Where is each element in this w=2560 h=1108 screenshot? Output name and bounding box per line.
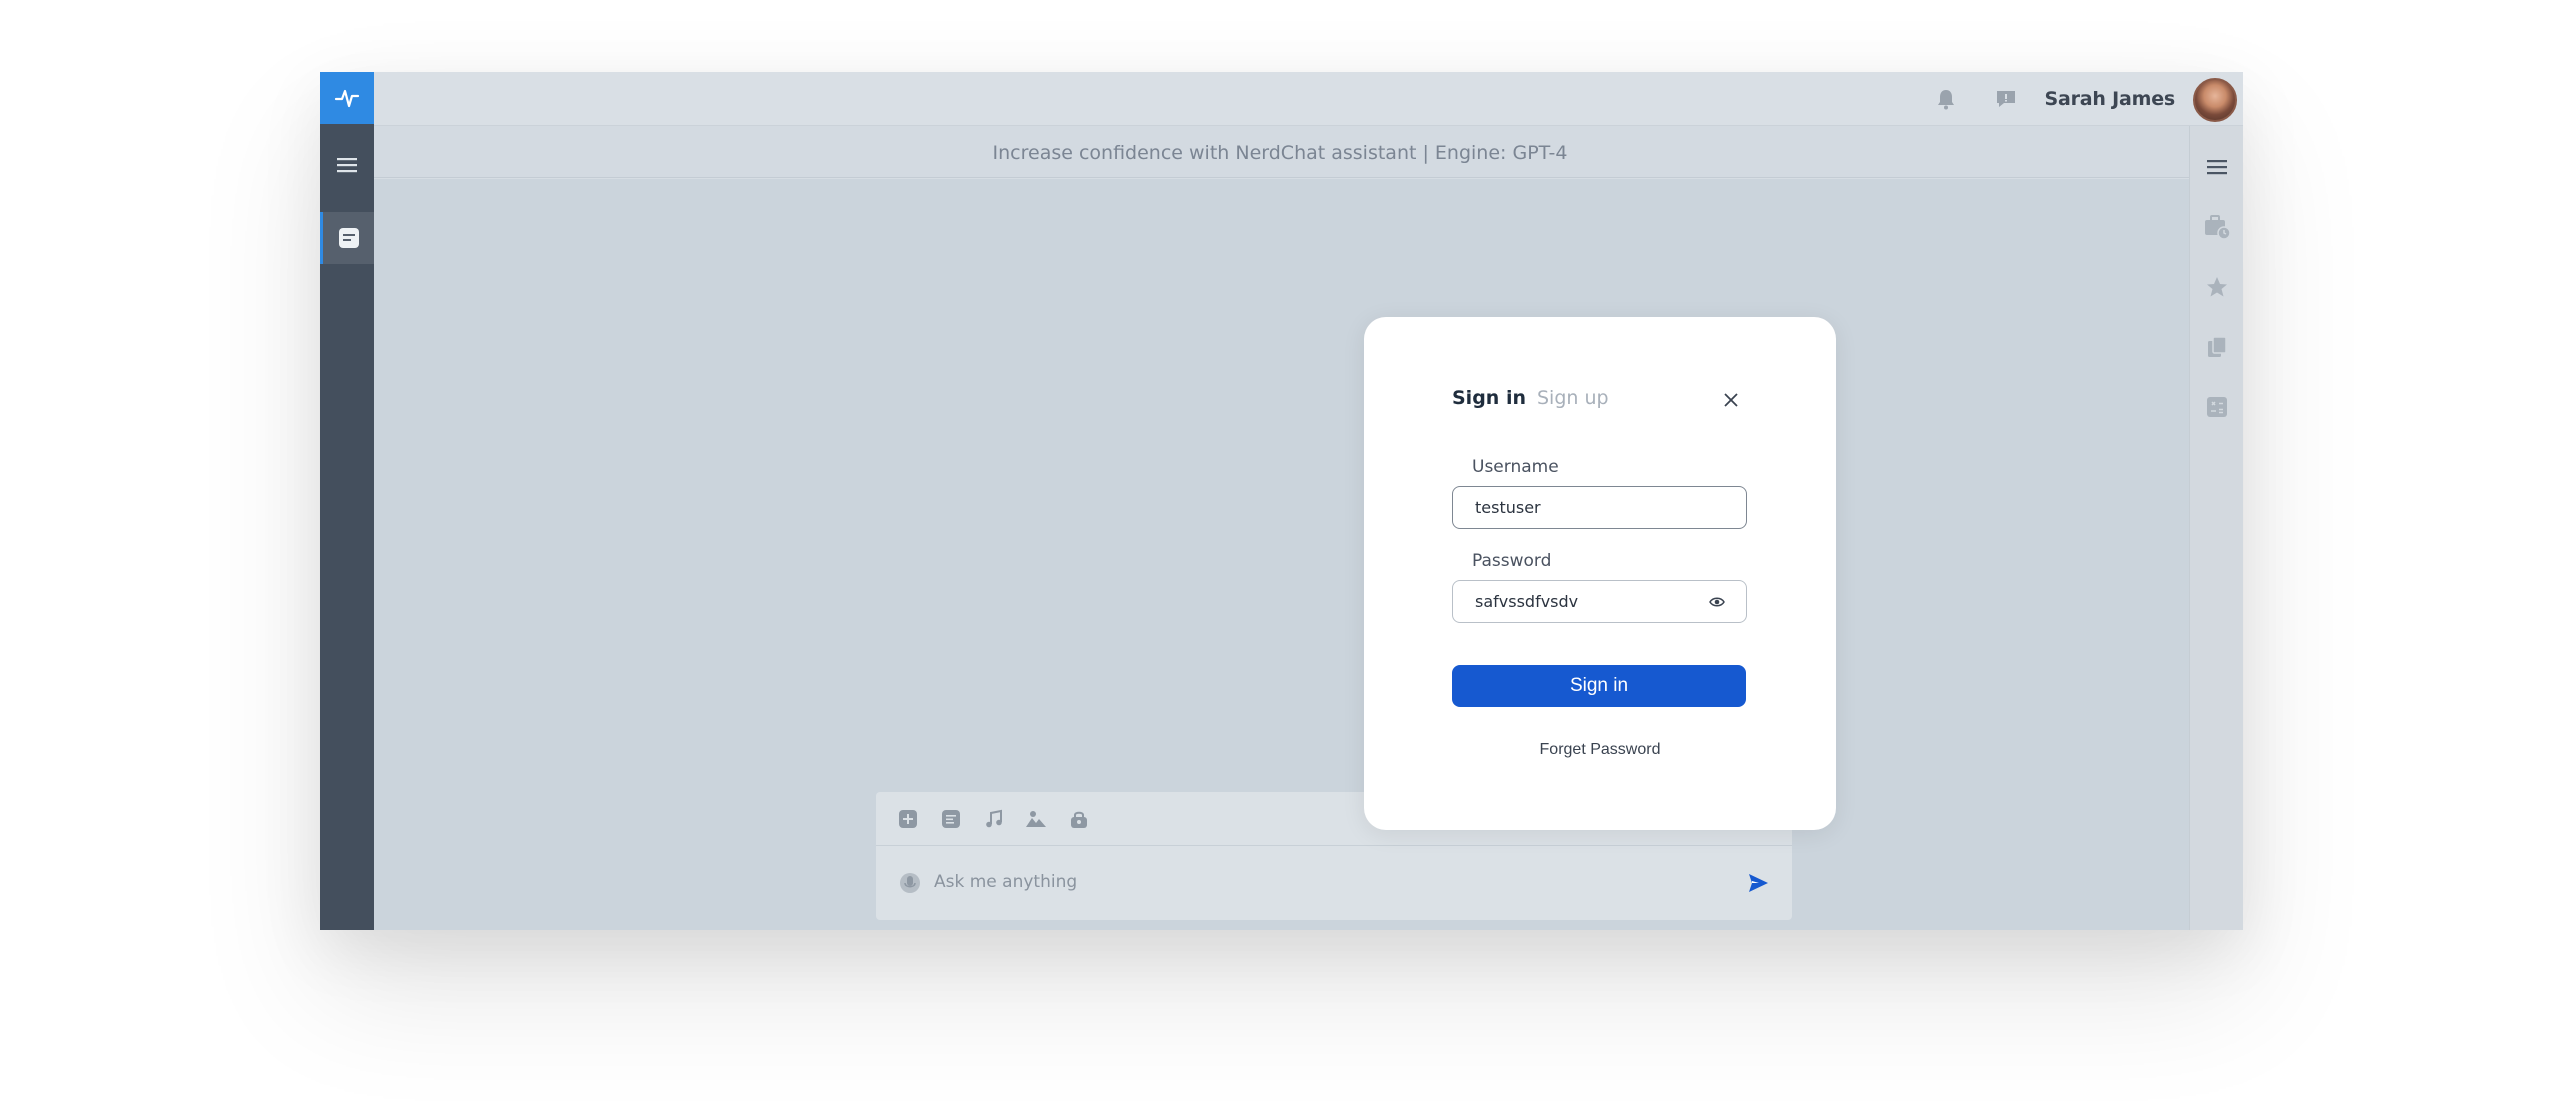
- music-icon: [986, 809, 1002, 828]
- password-field[interactable]: [1452, 580, 1747, 623]
- sidebar-menu-button[interactable]: [320, 142, 374, 188]
- password-label: Password: [1472, 551, 1552, 571]
- toggle-password-visibility[interactable]: [1708, 593, 1726, 611]
- pulse-icon: [334, 89, 360, 108]
- image-button[interactable]: [1024, 807, 1048, 831]
- chat-icon: [338, 228, 359, 248]
- app-window: Sarah James Increase confidence with Ner…: [320, 72, 2243, 930]
- notifications-button[interactable]: [1933, 86, 1959, 112]
- user-name[interactable]: Sarah James: [2044, 88, 2175, 110]
- sidebar-item-chat[interactable]: [320, 212, 374, 264]
- document-button[interactable]: [939, 807, 963, 831]
- add-button[interactable]: [896, 807, 920, 831]
- library-button[interactable]: [2202, 332, 2232, 362]
- add-icon: [899, 810, 917, 828]
- books-icon: [2208, 336, 2227, 357]
- history-button[interactable]: [2202, 212, 2232, 242]
- image-icon: [1026, 811, 1046, 827]
- sign-in-button[interactable]: Sign in: [1452, 665, 1746, 707]
- right-sidebar: [2189, 126, 2243, 930]
- hamburger-icon: [337, 158, 357, 173]
- sign-in-dialog: Sign in Sign up Username Password Sign i…: [1364, 317, 1836, 830]
- username-input[interactable]: [1473, 487, 1703, 527]
- send-button[interactable]: [1746, 871, 1770, 895]
- message-input[interactable]: [932, 868, 1712, 896]
- user-avatar[interactable]: [2193, 78, 2237, 122]
- favorites-button[interactable]: [2202, 272, 2232, 302]
- document-icon: [942, 810, 960, 828]
- star-icon: [2207, 277, 2227, 297]
- username-field[interactable]: [1452, 486, 1747, 529]
- lock-icon: [1071, 811, 1087, 828]
- hamburger-icon: [2207, 160, 2227, 175]
- close-button[interactable]: [1720, 389, 1742, 411]
- messages-button[interactable]: [1993, 86, 2019, 112]
- chat-area: [374, 179, 2189, 930]
- microphone-button[interactable]: [898, 871, 922, 895]
- password-input[interactable]: [1473, 581, 1703, 621]
- top-bar: Sarah James: [374, 72, 2243, 126]
- audio-button[interactable]: [982, 807, 1006, 831]
- chat-bubble-icon: [1997, 91, 2015, 107]
- lock-button[interactable]: [1067, 807, 1091, 831]
- forget-password-link[interactable]: Forget Password: [1364, 741, 1836, 759]
- bell-icon: [1938, 90, 1954, 110]
- briefcase-clock-icon: [2205, 215, 2231, 240]
- microphone-icon: [900, 873, 920, 893]
- send-icon: [1749, 874, 1768, 892]
- tab-sign-in[interactable]: Sign in: [1452, 387, 1526, 409]
- left-sidebar: [320, 72, 374, 930]
- eye-icon: [1709, 597, 1725, 607]
- subtitle-bar: Increase confidence with NerdChat assist…: [374, 126, 2243, 178]
- username-label: Username: [1472, 457, 1559, 477]
- close-icon: [1724, 393, 1738, 407]
- tab-sign-up[interactable]: Sign up: [1537, 387, 1609, 409]
- engine-subtitle: Increase confidence with NerdChat assist…: [992, 142, 1568, 164]
- calculator-button[interactable]: [2202, 392, 2232, 422]
- app-logo[interactable]: [320, 72, 374, 124]
- calculator-icon: [2207, 397, 2227, 417]
- right-menu-button[interactable]: [2202, 152, 2232, 182]
